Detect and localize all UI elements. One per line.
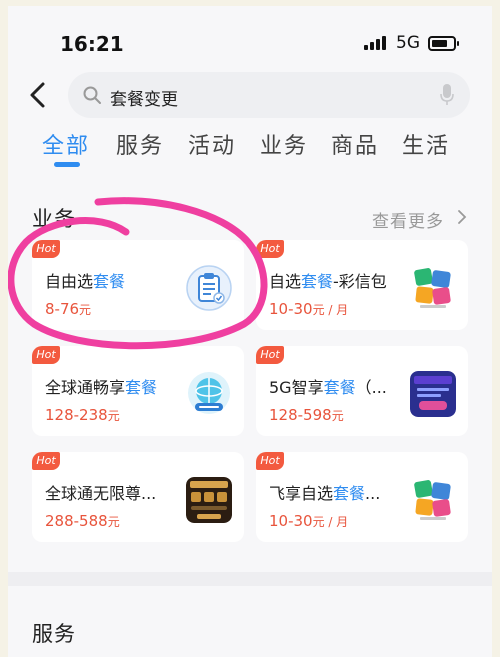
plan-card[interactable]: Hot 全球通无限尊... 288-588元 — [32, 452, 244, 542]
plan-price: 10-30元 / 月 — [269, 300, 349, 318]
section-title-business: 业务 — [32, 207, 76, 231]
plan-name: 自选套餐-彩信包 — [269, 272, 387, 291]
signal-icon — [364, 36, 386, 50]
search-bar[interactable]: 套餐变更 — [68, 72, 470, 118]
5g-plan-logo — [410, 371, 456, 417]
battery-icon — [428, 36, 459, 51]
plan-name: 飞享自选套餐... — [269, 484, 381, 503]
hot-badge: Hot — [32, 452, 60, 470]
zixuan-taocan-logo — [410, 477, 456, 523]
hot-badge: Hot — [32, 346, 60, 364]
plan-card[interactable]: Hot 5G智享套餐（... 128-598元 — [256, 346, 468, 436]
section-title-service: 服务 — [32, 622, 76, 646]
search-input[interactable]: 套餐变更 — [110, 85, 178, 110]
search-icon — [83, 86, 101, 104]
plan-name: 全球通畅享套餐 — [45, 378, 158, 397]
plan-card[interactable]: Hot 全球通畅享套餐 128-238元 — [32, 346, 244, 436]
phone-screen: 16:21 5G 套餐变更 全部 服务 活动 业务 商品 生活 业务 查看更多 — [8, 6, 492, 657]
section-divider — [8, 572, 492, 586]
chevron-right-icon[interactable] — [457, 209, 467, 225]
hot-badge: Hot — [256, 240, 284, 258]
plan-price: 8-76元 — [45, 300, 92, 318]
tab-business[interactable]: 业务 — [260, 128, 308, 160]
tab-service[interactable]: 服务 — [116, 128, 164, 160]
plan-card[interactable]: Hot 自选套餐-彩信包 10-30元 / 月 — [256, 240, 468, 330]
hot-badge: Hot — [32, 240, 60, 258]
back-arrow-icon[interactable] — [26, 80, 52, 110]
plan-card[interactable]: Hot 飞享自选套餐... 10-30元 / 月 — [256, 452, 468, 542]
globe-share-logo — [188, 372, 230, 414]
tab-all[interactable]: 全部 — [42, 128, 90, 160]
clipboard-icon — [186, 265, 232, 311]
category-tabs: 全部 服务 活动 业务 商品 生活 — [8, 128, 492, 178]
view-more-link[interactable]: 查看更多 — [372, 207, 444, 232]
plan-name: 自由选套餐 — [45, 272, 126, 291]
tab-activity[interactable]: 活动 — [188, 128, 236, 160]
plan-card[interactable]: Hot 自由选套餐 8-76元 — [32, 240, 244, 330]
plan-name: 5G智享套餐（... — [269, 378, 387, 397]
plan-price: 128-238元 — [45, 406, 120, 424]
hot-badge: Hot — [256, 346, 284, 364]
plan-name: 全球通无限尊... — [45, 484, 157, 503]
status-bar: 16:21 5G — [8, 6, 492, 66]
active-tab-indicator — [54, 162, 80, 167]
tab-life[interactable]: 生活 — [402, 128, 450, 160]
network-type: 5G — [396, 33, 420, 53]
tab-products[interactable]: 商品 — [331, 128, 379, 160]
status-time: 16:21 — [60, 32, 124, 56]
plan-price: 288-588元 — [45, 512, 120, 530]
hot-badge: Hot — [256, 452, 284, 470]
plan-price: 10-30元 / 月 — [269, 512, 349, 530]
global-unlimited-logo — [186, 477, 232, 523]
microphone-icon[interactable] — [440, 84, 454, 106]
plan-price: 128-598元 — [269, 406, 344, 424]
zixuan-taocan-logo — [410, 265, 456, 311]
